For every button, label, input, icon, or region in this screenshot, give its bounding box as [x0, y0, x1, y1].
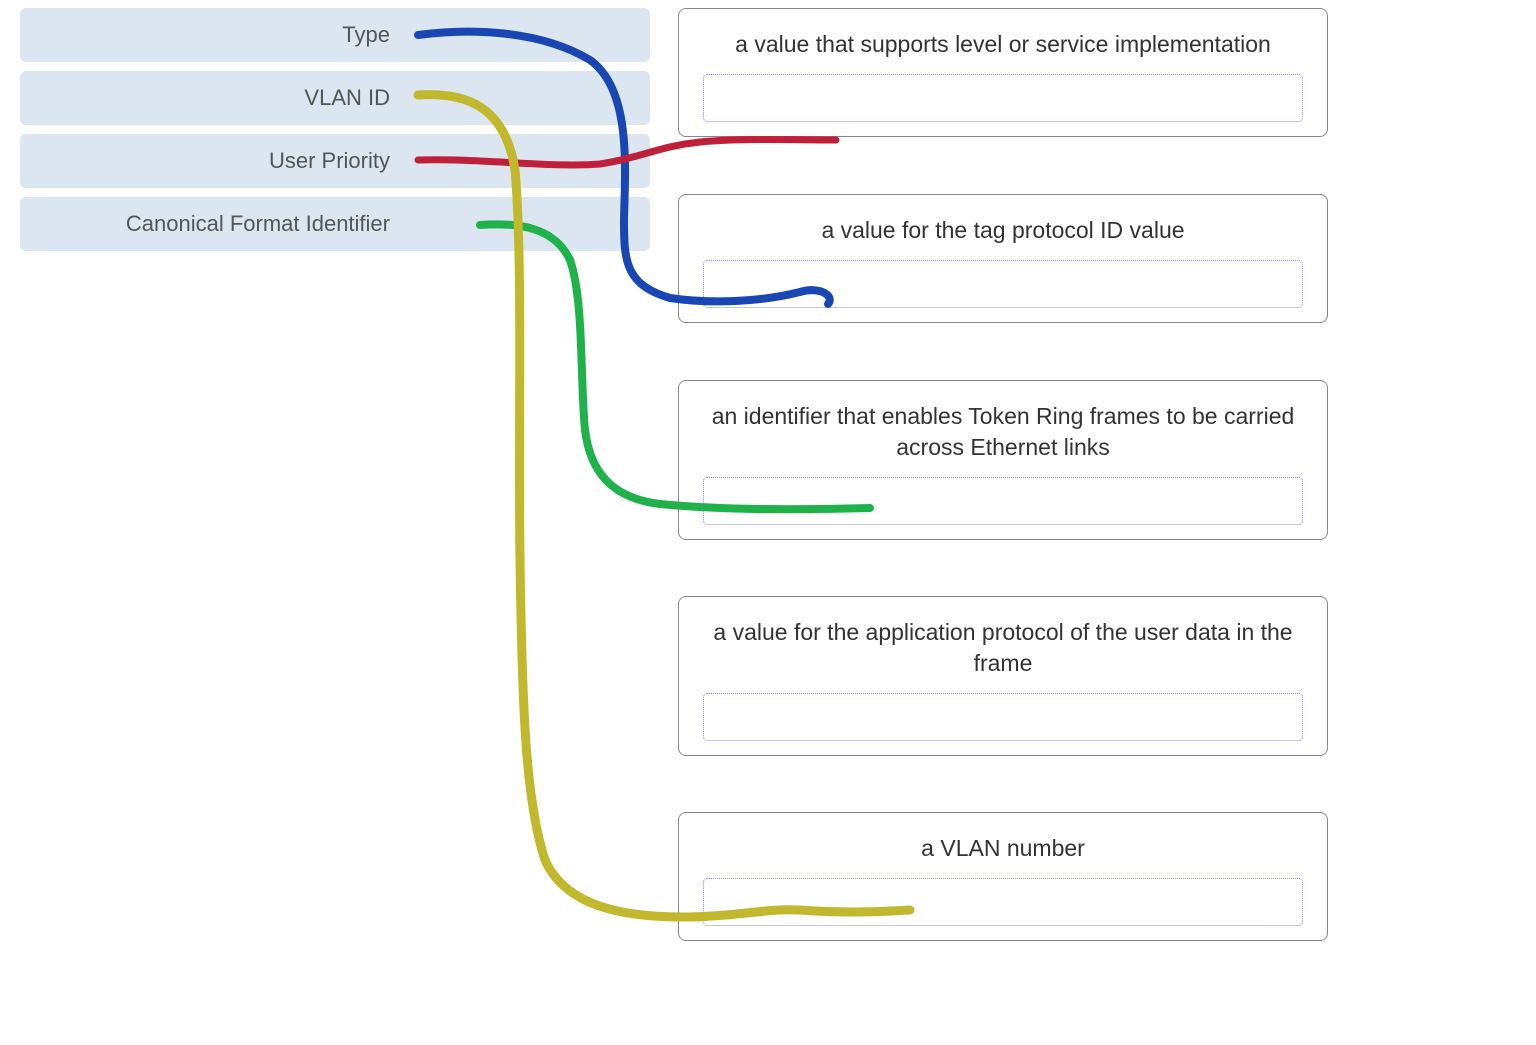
left-item-label: User Priority	[269, 148, 390, 174]
left-item-type[interactable]: Type	[20, 8, 650, 62]
right-item-text: a value that supports level or service i…	[735, 29, 1271, 60]
right-item-text: a value for the tag protocol ID value	[821, 215, 1184, 246]
right-item-def-vlannum: a VLAN number	[678, 812, 1328, 941]
right-item-def-token: an identifier that enables Token Ring fr…	[678, 380, 1328, 540]
right-item-text: a VLAN number	[921, 833, 1085, 864]
left-item-vlan-id[interactable]: VLAN ID	[20, 71, 650, 125]
drop-zone[interactable]	[703, 74, 1303, 122]
drop-zone[interactable]	[703, 693, 1303, 741]
left-item-priority[interactable]: User Priority	[20, 134, 650, 188]
right-item-def-tpid: a value for the tag protocol ID value	[678, 194, 1328, 323]
right-item-text: an identifier that enables Token Ring fr…	[703, 401, 1303, 463]
left-item-cfi[interactable]: Canonical Format Identifier	[20, 197, 650, 251]
drop-zone[interactable]	[703, 260, 1303, 308]
right-item-def-appproto: a value for the application protocol of …	[678, 596, 1328, 756]
right-item-text: a value for the application protocol of …	[703, 617, 1303, 679]
left-item-label: Canonical Format Identifier	[126, 211, 390, 237]
matching-diagram: Type VLAN ID User Priority Canonical Format…	[0, 0, 1536, 1045]
left-item-label: VLAN ID	[304, 85, 390, 111]
drop-zone[interactable]	[703, 878, 1303, 926]
right-item-def-service: a value that supports level or service i…	[678, 8, 1328, 137]
drop-zone[interactable]	[703, 477, 1303, 525]
left-item-label: Type	[342, 22, 390, 48]
